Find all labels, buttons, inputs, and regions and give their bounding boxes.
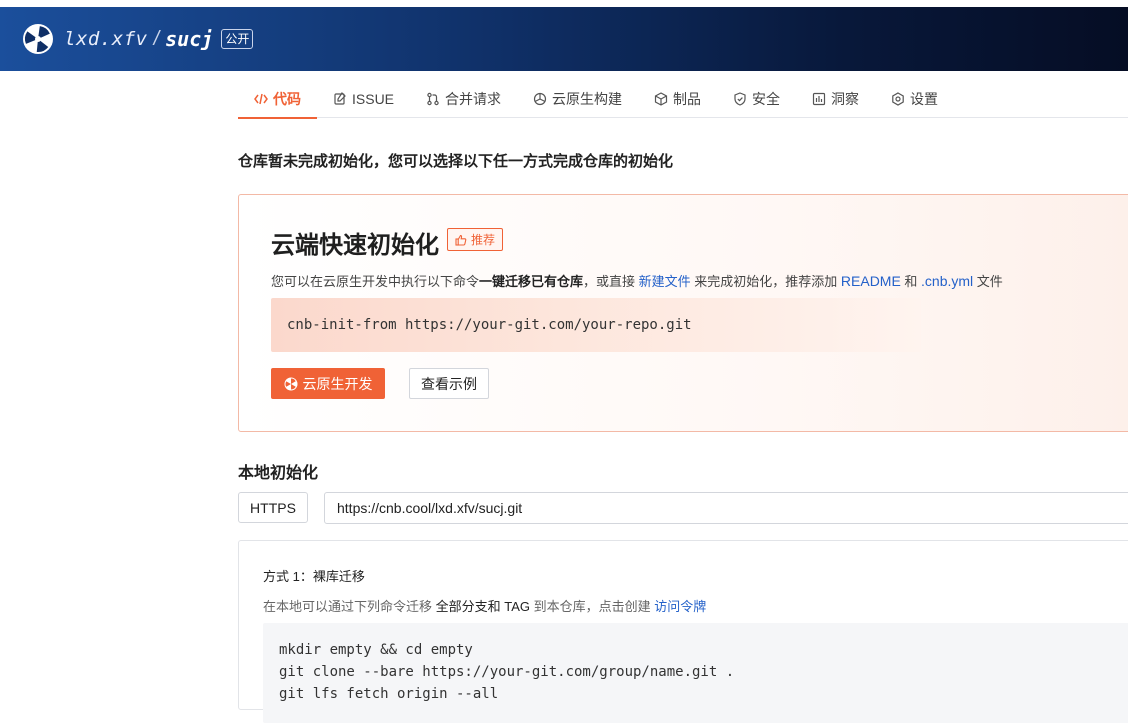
tab-label: 云原生构建 <box>552 91 623 107</box>
migration-code-block[interactable]: mkdir empty && cd empty git clone --bare… <box>263 623 1128 723</box>
cloud-dev-label: 云原生开发 <box>302 375 373 392</box>
tab-code[interactable]: 代码 <box>238 80 317 119</box>
desc-emphasis: 全部分支和 TAG <box>435 599 530 614</box>
init-notice: 仓库暂未完成初始化，您可以选择以下任一方式完成仓库的初始化 <box>238 153 674 170</box>
desc-text: 和 <box>900 274 922 289</box>
new-file-link[interactable]: 新建文件 <box>639 274 691 289</box>
desc-text: 到本仓库，点击创建 <box>530 599 655 614</box>
repo-link[interactable]: sucj <box>165 27 213 51</box>
repo-header: lxd.xfv / sucj 公开 <box>0 7 1128 71</box>
desc-text: 您可以在云原生开发中执行以下命令 <box>271 274 480 289</box>
tab-security[interactable]: 安全 <box>717 80 796 118</box>
tab-label: ISSUE <box>352 91 395 107</box>
gear-icon <box>891 92 905 106</box>
tab-label: 安全 <box>752 91 781 107</box>
tab-label: 设置 <box>910 91 939 107</box>
tab-label: 代码 <box>273 91 301 107</box>
shield-icon <box>733 92 747 106</box>
cloud-init-title: 云端快速初始化 <box>271 232 439 259</box>
tab-cloud-build[interactable]: 云原生构建 <box>517 80 638 118</box>
tab-insights[interactable]: 洞察 <box>796 80 875 118</box>
top-strip <box>0 0 1128 7</box>
local-init-title: 本地初始化 <box>238 465 319 482</box>
recommended-badge: 推荐 <box>447 228 504 251</box>
tab-label: 合并请求 <box>445 91 502 107</box>
view-example-button[interactable]: 查看示例 <box>409 368 489 399</box>
org-link[interactable]: lxd.xfv <box>64 28 148 50</box>
cloud-dev-button[interactable]: 云原生开发 <box>271 368 385 399</box>
tab-issue[interactable]: ISSUE <box>317 80 410 118</box>
tab-pull-requests[interactable]: 合并请求 <box>410 80 517 118</box>
tab-label: 洞察 <box>831 91 860 107</box>
code-line: git lfs fetch origin --all <box>279 686 499 702</box>
cloud-dev-icon <box>284 377 298 391</box>
tab-settings[interactable]: 设置 <box>875 80 954 118</box>
desc-text: ，或直接 <box>583 274 639 289</box>
desc-bold: 一键迁移已有仓库 <box>479 274 584 289</box>
desc-text: 来完成初始化，推荐添加 <box>690 274 841 289</box>
visibility-badge: 公开 <box>221 29 254 49</box>
cloud-init-card: 云端快速初始化 推荐 您可以在云原生开发中执行以下命令一键迁移已有仓库，或直接 … <box>238 194 1128 432</box>
bare-migration-card: 方式 1：裸库迁移 在本地可以通过下列命令迁移 全部分支和 TAG 到本仓库，点… <box>238 540 1128 723</box>
method-description: 在本地可以通过下列命令迁移 全部分支和 TAG 到本仓库，点击创建 访问令牌 <box>263 596 706 615</box>
recommended-label: 推荐 <box>471 233 496 247</box>
pull-request-icon <box>426 92 440 106</box>
tab-packages[interactable]: 制品 <box>638 80 717 118</box>
chart-icon <box>812 92 826 106</box>
thumbs-up-icon <box>455 234 467 246</box>
code-line: git clone --bare https://your-git.com/gr… <box>279 664 735 680</box>
readme-link[interactable]: README <box>841 273 901 289</box>
build-icon <box>533 92 547 106</box>
method-title: 方式 1：裸库迁移 <box>263 569 365 584</box>
cnb-yml-link[interactable]: .cnb.yml <box>921 273 973 289</box>
code-icon <box>254 92 268 106</box>
code-line: mkdir empty && cd empty <box>279 642 473 658</box>
tab-label: 制品 <box>673 91 702 107</box>
repo-tabs: 代码 ISSUE 合并请求 云原生构建 制品 安全 洞察 设置 <box>238 80 1128 119</box>
breadcrumb: lxd.xfv / sucj 公开 <box>64 27 254 51</box>
init-command[interactable]: cnb-init-from https://your-git.com/your-… <box>271 298 921 352</box>
package-icon <box>654 92 668 106</box>
desc-text: 在本地可以通过下列命令迁移 <box>263 599 436 614</box>
access-token-link[interactable]: 访问令牌 <box>654 599 706 614</box>
cnb-logo-icon[interactable] <box>22 23 54 55</box>
clone-url-input[interactable] <box>324 492 1128 524</box>
desc-text: 文件 <box>973 274 1003 289</box>
protocol-select[interactable]: HTTPS <box>238 492 308 523</box>
issue-icon <box>333 92 347 106</box>
cloud-init-description: 您可以在云原生开发中执行以下命令一键迁移已有仓库，或直接 新建文件 来完成初始化… <box>271 271 1003 290</box>
breadcrumb-separator: / <box>153 27 160 50</box>
